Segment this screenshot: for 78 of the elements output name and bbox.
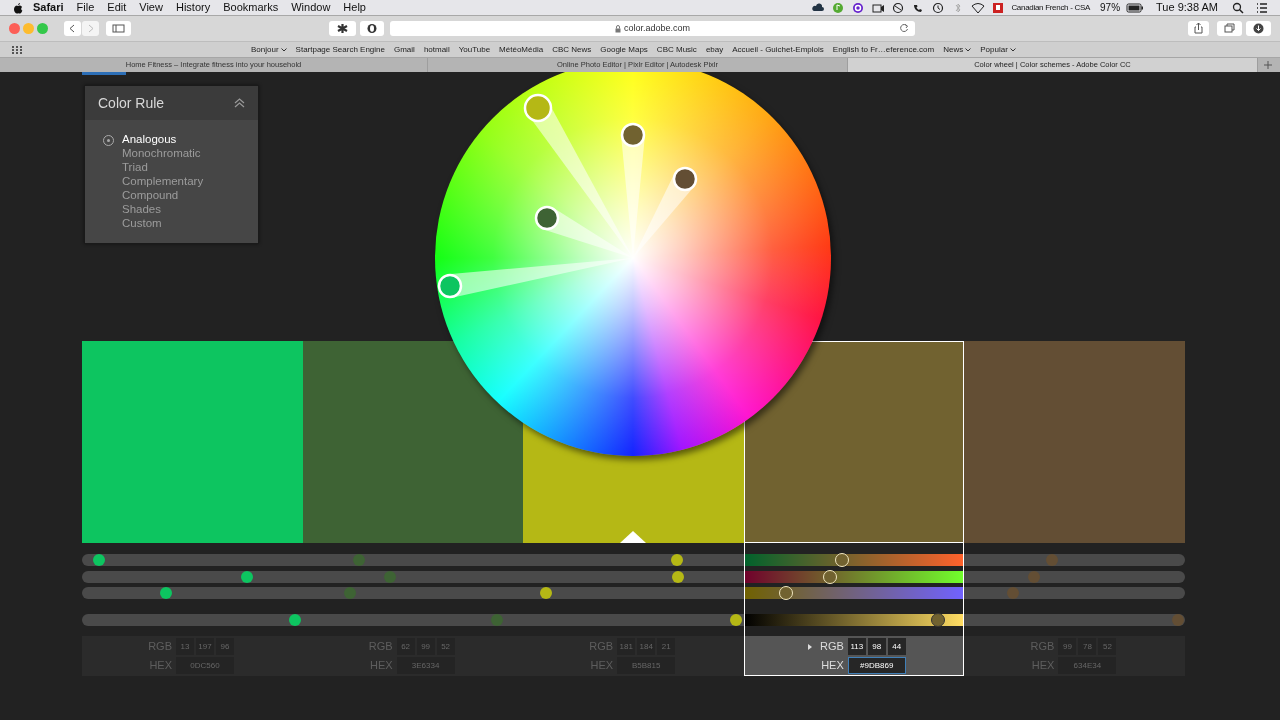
slider-track[interactable] [82,614,1185,626]
bookmark-link[interactable]: YouTube [458,43,491,56]
color-swatch[interactable] [964,341,1185,543]
bookmark-link[interactable]: English to Fr…eference.com [832,43,935,56]
active-tab-indicator [82,72,126,75]
slider-track[interactable] [82,571,1185,583]
panel-title: Color Rule [98,93,165,113]
battery-icon[interactable] [1126,2,1145,13]
menu-app-name[interactable]: Safari [33,0,64,16]
bookmark-folder[interactable]: Bonjour [251,43,287,56]
gradient-slider[interactable] [743,554,965,566]
bookmark-link[interactable]: MétéoMédia [499,43,544,56]
blocked-icon[interactable] [891,1,906,14]
expand-icon[interactable] [807,643,812,650]
color-swatch[interactable] [743,341,965,543]
bookmark-link[interactable]: CBC News [552,43,592,56]
new-tab-button[interactable] [1263,60,1273,70]
chevron-down-icon [1009,47,1016,52]
bookmark-folder[interactable]: Popular [980,43,1016,56]
menu-icon[interactable] [1256,2,1268,13]
battery-percent: 97% [1100,1,1121,15]
color-swatch[interactable] [302,341,524,543]
gradient-slider[interactable] [743,571,965,583]
tabs-overview-button[interactable] [1217,21,1242,36]
rgb-value-field[interactable]: 44 [887,638,906,655]
back-button[interactable] [64,21,81,36]
color-handles-drawing[interactable] [437,93,698,299]
extension-button[interactable] [360,21,384,36]
apple-icon[interactable] [12,1,23,14]
collapse-icon[interactable] [234,98,245,108]
wifi-icon[interactable] [971,1,986,14]
menu-item[interactable]: File [76,0,95,16]
menu-item[interactable]: Help [343,0,366,16]
bookmark-link[interactable]: ebay [705,43,724,56]
bookmark-link[interactable]: CBC Music [656,43,697,56]
bookmark-link[interactable]: Gmail [394,43,415,56]
bookmark-folder[interactable]: News [943,43,972,56]
hex-label: HEX [820,658,844,674]
sidebar-button[interactable] [106,21,131,36]
bookmark-link[interactable]: Startpage Search Engine [295,43,385,56]
downloads-button[interactable] [1246,21,1271,36]
menu-item[interactable]: Window [291,0,331,16]
history-icon[interactable] [931,1,946,14]
slider-thumb[interactable] [931,613,946,627]
extension-button[interactable] [329,21,356,36]
menu-item[interactable]: Bookmarks [223,0,279,16]
gradient-slider[interactable] [743,614,965,626]
slider-track[interactable] [82,587,1185,599]
rgb-label: RGB [818,639,844,655]
slider-track[interactable] [82,554,1185,566]
input-source-label[interactable]: Canadian French - CSA [1011,1,1090,14]
menu-item[interactable]: Edit [107,0,127,16]
share-button[interactable] [1188,21,1209,36]
grid-icon[interactable] [12,45,23,54]
color-swatch[interactable] [82,341,303,543]
bookmark-link[interactable]: hotmail [423,43,450,56]
address-field[interactable]: color.adobe.com [390,21,915,36]
rgb-value-field[interactable]: 98 [867,638,886,655]
menu-item[interactable]: History [175,0,211,16]
base-color-marker-icon [620,531,647,543]
flag-icon[interactable] [991,1,1006,14]
menu-clock[interactable]: Tue 9:38 AM [1156,0,1218,16]
search-icon[interactable] [1232,1,1244,14]
reload-icon[interactable] [899,23,909,33]
camera-icon[interactable] [871,1,886,14]
url-text: color.adobe.com [623,21,690,35]
sync-icon[interactable] [851,1,866,14]
chevron-down-icon [965,47,972,52]
bookmark-link[interactable]: Accueil - Guichet-Emplois [732,43,824,56]
lock-icon [614,24,621,33]
hex-value-field[interactable]: #9DB869 [847,657,906,674]
menu-item[interactable]: View [139,0,163,16]
music-icon[interactable] [831,1,846,14]
cloud-icon[interactable] [811,1,826,14]
gradient-slider[interactable] [743,587,965,599]
bookmark-link[interactable]: Google Maps [600,43,648,56]
rgb-value-field[interactable]: 113 [847,638,866,655]
chevron-down-icon [280,47,287,52]
